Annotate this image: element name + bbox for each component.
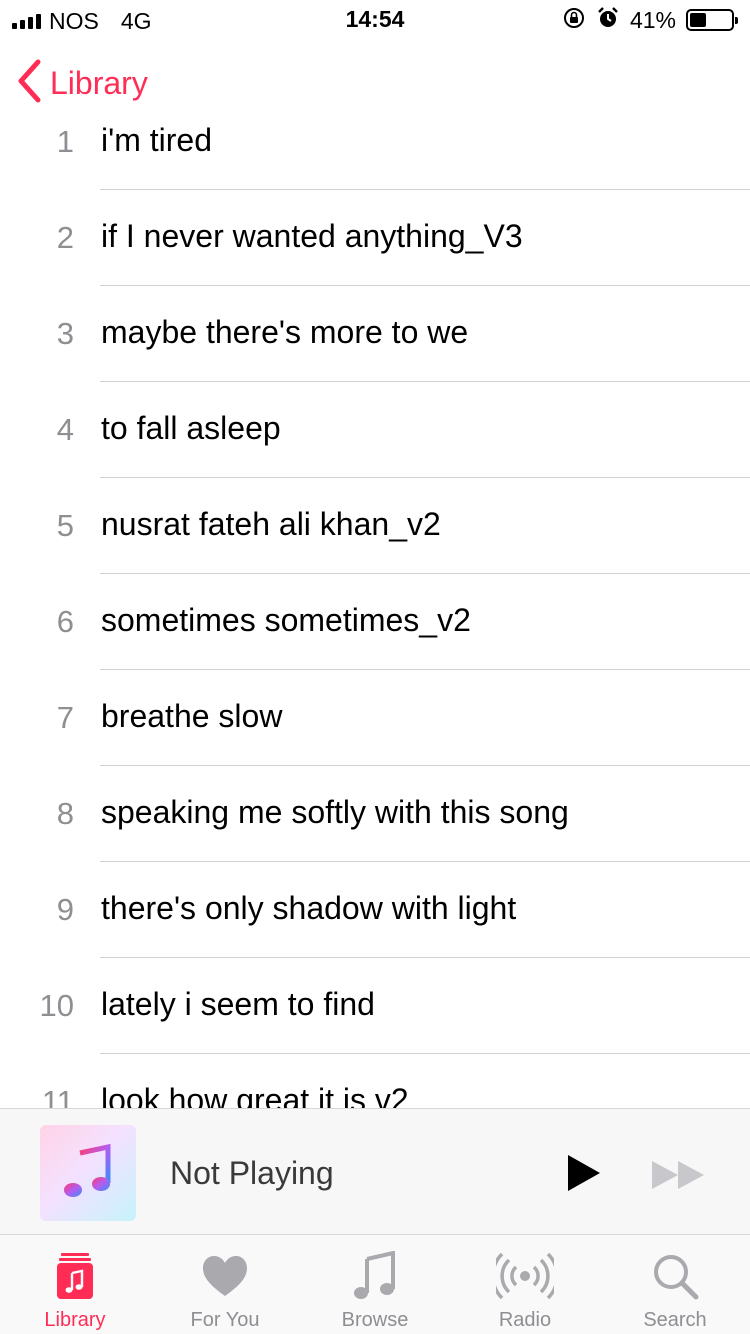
track-number: 11 [41, 1084, 74, 1108]
track-row[interactable]: 11 look how great it is v2 [0, 1054, 750, 1108]
track-row[interactable]: 9 there's only shadow with light [0, 862, 750, 958]
radio-icon [450, 1249, 600, 1303]
battery-percentage: 41% [629, 6, 676, 33]
track-number: 8 [56, 796, 74, 831]
track-title: there's only shadow with light [101, 890, 517, 926]
track-row[interactable]: 1 i'm tired [0, 94, 750, 190]
track-number: 7 [56, 700, 74, 735]
track-title: nusrat fateh ali khan_v2 [101, 506, 441, 542]
track-row[interactable]: 8 speaking me softly with this song [0, 766, 750, 862]
play-button[interactable] [566, 1153, 602, 1198]
track-row[interactable]: 5 nusrat fateh ali khan_v2 [0, 478, 750, 574]
orientation-lock-icon [562, 6, 586, 35]
tab-radio[interactable]: Radio [450, 1235, 600, 1334]
album-artwork [40, 1125, 136, 1221]
tab-browse[interactable]: Browse [300, 1235, 450, 1334]
alarm-icon [596, 6, 620, 35]
track-title: i'm tired [101, 122, 213, 158]
fast-forward-button[interactable] [650, 1159, 706, 1196]
track-number: 9 [56, 892, 74, 927]
tab-label: Search [643, 1309, 707, 1331]
track-title: if I never wanted anything_V3 [101, 218, 523, 254]
status-bar: NOS 4G 14:54 41% [0, 0, 750, 40]
heart-icon [150, 1249, 300, 1303]
music-note-icon [300, 1249, 450, 1303]
track-row[interactable]: 4 to fall asleep [0, 382, 750, 478]
track-title: look how great it is v2 [101, 1082, 409, 1108]
track-row[interactable]: 7 breathe slow [0, 670, 750, 766]
track-row[interactable]: 6 sometimes sometimes_v2 [0, 574, 750, 670]
track-title: maybe there's more to we [101, 314, 469, 350]
battery-icon [686, 9, 738, 31]
search-icon [600, 1249, 750, 1303]
track-list: 1 i'm tired 2 if I never wanted anything… [0, 94, 750, 1108]
tab-search[interactable]: Search [600, 1235, 750, 1334]
mini-player[interactable]: Not Playing [0, 1108, 750, 1234]
track-number: 10 [39, 988, 74, 1023]
now-playing-status: Not Playing [170, 1155, 334, 1191]
track-title: speaking me softly with this song [101, 794, 569, 830]
library-icon [0, 1249, 150, 1303]
track-row[interactable]: 2 if I never wanted anything_V3 [0, 190, 750, 286]
track-title: lately i seem to find [101, 986, 375, 1022]
track-title: sometimes sometimes_v2 [101, 602, 471, 638]
track-title: to fall asleep [101, 410, 281, 446]
track-number: 3 [56, 316, 74, 351]
tab-for-you[interactable]: For You [150, 1235, 300, 1334]
track-number: 6 [56, 604, 74, 639]
tab-label: Library [44, 1309, 106, 1331]
tab-label: Radio [498, 1309, 552, 1331]
track-number: 5 [56, 508, 74, 543]
track-number: 2 [56, 220, 74, 255]
music-note-icon [62, 1143, 114, 1204]
tab-bar: Library For You Browse Radio Search [0, 1234, 750, 1334]
track-row[interactable]: 10 lately i seem to find [0, 958, 750, 1054]
track-number: 1 [56, 124, 74, 159]
tab-label: For You [190, 1309, 260, 1331]
tab-library[interactable]: Library [0, 1235, 150, 1334]
track-number: 4 [56, 412, 74, 447]
track-title: breathe slow [101, 698, 283, 734]
track-row[interactable]: 3 maybe there's more to we [0, 286, 750, 382]
tab-label: Browse [341, 1309, 409, 1331]
